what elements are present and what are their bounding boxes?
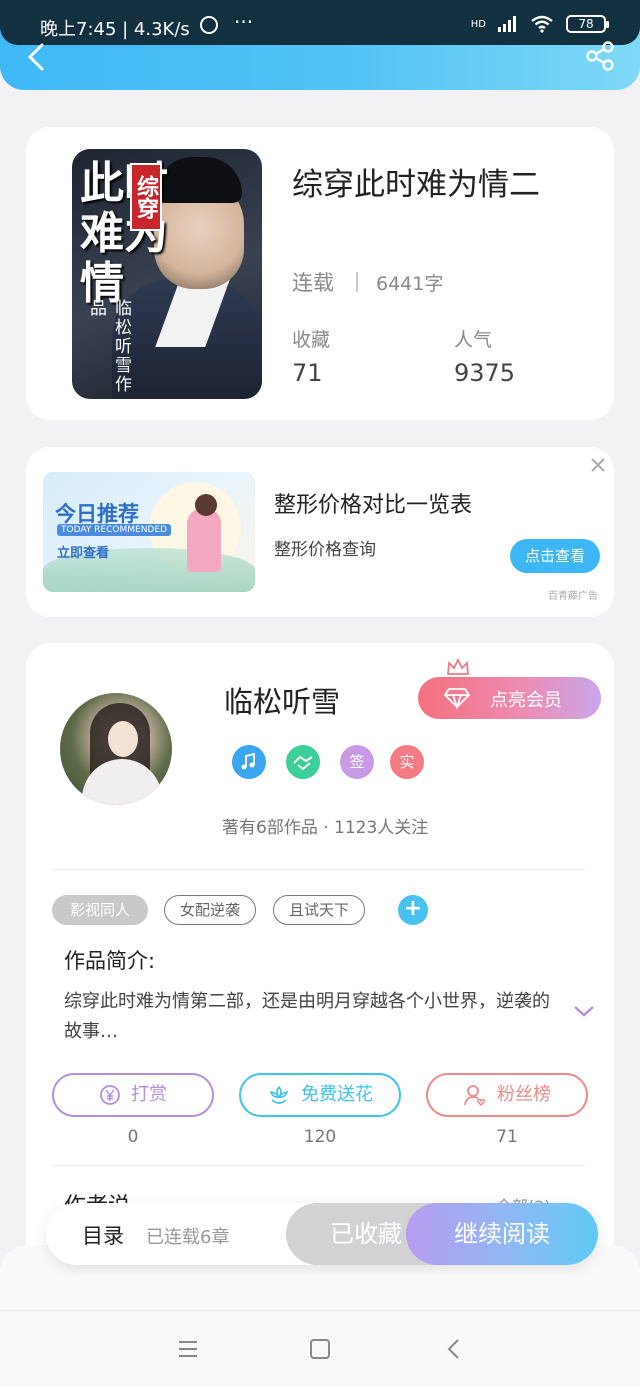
ad-figure-head <box>195 494 217 516</box>
system-nav-bar <box>0 1310 640 1387</box>
author-meta: 著有6部作品 · 1123人关注 <box>222 818 429 838</box>
book-title: 综穿此时难为情二 <box>292 167 540 203</box>
author-card: 临松听雪 点亮会员 签 实 著有6部作品 · 1123人关注 影视同人 女配逆袭… <box>26 643 614 1263</box>
ad-image-subtitle: TODAY RECOMMENDED <box>57 524 171 536</box>
more-icon: ··· <box>234 10 254 34</box>
favorites-label: 收藏 <box>292 329 331 351</box>
back-nav-icon[interactable] <box>442 1337 466 1361</box>
fan-rank-label: 粉丝榜 <box>497 1084 551 1105</box>
fan-user-icon <box>464 1085 486 1106</box>
cover-tag: 综穿 <box>130 163 162 231</box>
vip-label: 点亮会员 <box>490 690 562 711</box>
signed-badge[interactable]: 签 <box>340 745 374 779</box>
yen-coin-icon <box>100 1085 120 1105</box>
divider <box>52 869 586 870</box>
back-icon[interactable] <box>22 42 52 72</box>
send-flower-button[interactable]: 免费送花 <box>239 1073 401 1117</box>
cover-author: 临松听雪作品 <box>86 299 131 394</box>
chevron-down-icon[interactable] <box>572 1003 596 1019</box>
send-flower-label: 免费送花 <box>301 1084 373 1105</box>
network-label: HD <box>470 18 486 30</box>
ad-image[interactable]: 今日推荐 TODAY RECOMMENDED 立即查看 <box>43 472 255 592</box>
battery-indicator: 78 <box>566 15 609 33</box>
music-medal-icon[interactable] <box>232 745 266 779</box>
handshake-medal-icon[interactable] <box>286 745 320 779</box>
verified-badge[interactable]: 实 <box>390 745 424 779</box>
status-time: 晚上7:45 | 4.3K/s <box>40 19 190 40</box>
fan-rank-button[interactable]: 粉丝榜 <box>426 1073 588 1117</box>
add-tag-button[interactable]: + <box>398 895 428 925</box>
book-cover[interactable]: 此时难为情 综穿 临松听雪作品 <box>72 149 262 399</box>
diamond-icon <box>444 688 470 709</box>
menu-icon[interactable] <box>176 1337 200 1361</box>
favorites-value: 71 <box>292 359 323 387</box>
reward-label: 打赏 <box>131 1084 167 1105</box>
signal-icon <box>498 16 516 32</box>
book-status: 连载 <box>292 271 334 295</box>
ad-source-label: 百青藤广告 <box>548 591 598 602</box>
continue-reading-button[interactable]: 继续阅读 <box>406 1203 598 1265</box>
flower-icon <box>269 1085 289 1104</box>
avatar[interactable] <box>60 693 172 805</box>
ad-figure <box>187 508 221 572</box>
author-name[interactable]: 临松听雪 <box>224 679 340 721</box>
fan-rank-count: 71 <box>496 1127 518 1147</box>
divider <box>52 1165 586 1166</box>
flower-count: 120 <box>303 1127 337 1147</box>
tag-chip[interactable]: 且试天下 <box>273 895 365 925</box>
popularity-label: 人气 <box>454 329 493 351</box>
ad-subline: 整形价格查询 <box>274 540 376 560</box>
popularity-value: 9375 <box>454 359 516 387</box>
bottom-action-bar: 目录 已连载6章 已收藏 继续阅读 <box>46 1203 598 1265</box>
ad-card[interactable]: 今日推荐 TODAY RECOMMENDED 立即查看 整形价格对比一览表 整形… <box>26 447 614 617</box>
toc-chapter-count[interactable]: 已连载6章 <box>146 1223 229 1249</box>
ad-image-cta: 立即查看 <box>57 546 110 561</box>
reward-button[interactable]: 打赏 <box>52 1073 214 1117</box>
status-bar: 晚上7:45 | 4.3K/s ··· HD 78 <box>0 0 640 45</box>
close-icon[interactable] <box>588 455 608 475</box>
reward-count: 0 <box>127 1127 139 1147</box>
home-icon[interactable] <box>308 1337 332 1361</box>
ad-headline[interactable]: 整形价格对比一览表 <box>274 487 472 519</box>
status-divider <box>356 272 358 292</box>
wifi-icon <box>531 15 553 33</box>
share-icon[interactable] <box>584 40 616 72</box>
alarm-icon <box>200 16 218 34</box>
intro-label: 作品简介: <box>64 949 156 973</box>
tag-chip[interactable]: 女配逆袭 <box>164 895 256 925</box>
ad-view-button[interactable]: 点击查看 <box>510 539 600 573</box>
book-word-count: 6441字 <box>376 273 444 295</box>
toc-button[interactable]: 目录 <box>82 1220 124 1250</box>
crown-icon <box>447 657 469 675</box>
tag-chip[interactable]: 影视同人 <box>52 895 148 925</box>
intro-text: 综穿此时难为情第二部，还是由明月穿越各个小世界，逆袭的故事… <box>64 991 550 1042</box>
vip-button[interactable]: 点亮会员 <box>418 677 601 719</box>
book-info-card: 此时难为情 综穿 临松听雪作品 综穿此时难为情二 连载 6441字 收藏 71 … <box>26 127 614 420</box>
avatar-face <box>108 721 138 757</box>
